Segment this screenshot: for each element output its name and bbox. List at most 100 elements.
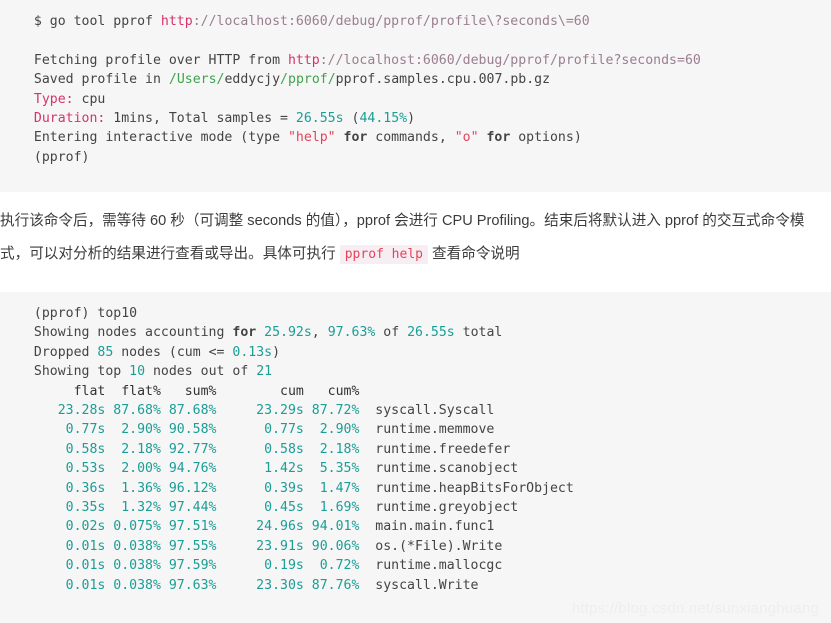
code-token-plain: ) [272, 344, 281, 360]
code-token-plain: commands, [367, 130, 455, 146]
code-token-metrics-8: 0.01s 0.038% 97.55% 23.91s 90.06% [18, 538, 376, 554]
explanation-paragraph: 执行该命令后，需等待 60 秒（可调整 seconds 的值），pprof 会进… [0, 205, 831, 271]
code-token-function-10: syscall.Write [375, 577, 479, 593]
code-token-str: "o" [454, 130, 479, 146]
code-line-3: Fetching profile over HTTP from http://l… [18, 51, 831, 70]
code-line-4: Saved profile in /Users/eddycjy/pprof/pp… [18, 70, 831, 89]
table-row: 0.53s 2.00% 94.76% 1.42s 5.35% runtime.s… [18, 459, 831, 478]
code-token-number: 25.92s [264, 325, 312, 341]
article-page: $ go tool pprof http://localhost:6060/de… [0, 0, 831, 623]
code-token-plain: Fetching profile over HTTP from [18, 52, 288, 68]
code-token-plain: pprof.samples.cpu.007.pb.gz [335, 72, 551, 88]
code-token-plain: Showing nodes accounting [18, 325, 233, 341]
code-token-plain: 1mins, Total samples = [105, 111, 296, 127]
code-token-function-6: runtime.greyobject [375, 500, 519, 516]
code-token-function-3: runtime.freedefer [375, 441, 511, 457]
code-token-str: "help" [287, 130, 336, 146]
code-token-number: 10 [129, 364, 146, 380]
code-token-prompt: (pprof) top10 [18, 306, 138, 321]
code-token-metrics-7: 0.02s 0.075% 97.51% 24.96s 94.01% [18, 519, 376, 535]
code-line-7: Entering interactive mode (type "help" f… [18, 128, 831, 147]
code-token-keyword: for [232, 325, 257, 341]
prose-text-part-2: 查看命令说明 [428, 246, 520, 262]
code-line-showing-top: Showing top 10 nodes out of 21 [18, 362, 831, 381]
code-token-plain: nodes out of [145, 364, 257, 380]
code-token-bold: for [335, 130, 368, 146]
table-row: 0.01s 0.038% 97.55% 23.91s 90.06% os.(*F… [18, 537, 831, 556]
code-token-kw: http [160, 14, 193, 29]
code-token-metrics-3: 0.58s 2.18% 92.77% 0.58s 2.18% [18, 441, 376, 457]
table-row: 0.35s 1.32% 97.44% 0.45s 1.69% runtime.g… [18, 498, 831, 517]
code-line-1: $ go tool pprof http://localhost:6060/de… [18, 12, 831, 31]
table-row: 0.01s 0.038% 97.63% 23.30s 87.76% syscal… [18, 576, 831, 595]
code-token-kw: Duration: [18, 111, 106, 127]
code-token-plain: cpu [73, 91, 106, 107]
table-row: 0.02s 0.075% 97.51% 24.96s 94.01% main.m… [18, 517, 831, 536]
code-token-num: 26.55s [295, 111, 344, 127]
code-block-1-lines: $ go tool pprof http://localhost:6060/de… [18, 12, 831, 167]
watermark: https://blog.csdn.net/sunxianghuang [571, 600, 819, 617]
code-block-pprof-top10: (pprof) top10 Showing nodes accounting f… [0, 292, 831, 623]
code-token-green: / [168, 72, 177, 88]
code-token-plain: Entering interactive mode (type [18, 130, 288, 146]
code-line-prompt: (pprof) top10 [18, 304, 831, 323]
table-header-row: flat flat% sum% cum cum% [18, 382, 831, 401]
code-token-number: 26.55s [407, 325, 455, 341]
code-token-function-7: main.main.func1 [375, 519, 495, 535]
code-token-metrics-10: 0.01s 0.038% 97.63% 23.30s 87.76% [18, 577, 376, 593]
code-token-function-1: syscall.Syscall [375, 403, 495, 419]
code-token-plain: options) [510, 130, 582, 146]
code-token-plain: (pprof) [18, 149, 90, 165]
code-token-plain: of [375, 325, 408, 341]
code-token-green: / [327, 72, 336, 88]
code-token-green: Users [176, 72, 217, 88]
code-line-6: Duration: 1mins, Total samples = 26.55s … [18, 109, 831, 128]
code-line-showing-nodes: Showing nodes accounting for 25.92s, 97.… [18, 323, 831, 342]
code-token-number: 21 [256, 364, 273, 380]
code-token-green: / [280, 72, 288, 88]
code-token-plain: Dropped [18, 344, 98, 360]
code-token-plain: Showing top [18, 364, 130, 380]
code-token-number: 0.13s [232, 344, 273, 360]
code-block-pprof-command: $ go tool pprof http://localhost:6060/de… [0, 0, 831, 192]
code-line-5: Type: cpu [18, 90, 831, 109]
code-token-metrics-6: 0.35s 1.32% 97.44% 0.45s 1.69% [18, 500, 376, 516]
code-token-number: 85 [97, 344, 114, 360]
code-token-metrics-2: 0.77s 2.90% 90.58% 0.77s 2.90% [18, 422, 376, 438]
code-token-plain: eddycjy [224, 72, 281, 88]
code-token-url: ://localhost:6060/debug/pprof/profile?se… [319, 52, 701, 68]
code-token-function-4: runtime.scanobject [375, 461, 519, 477]
table-row: 0.01s 0.038% 97.59% 0.19s 0.72% runtime.… [18, 556, 831, 575]
code-token-plain: nodes (cum <= [113, 344, 233, 360]
code-token-plain: ( [343, 111, 360, 127]
table-row: 0.77s 2.90% 90.58% 0.77s 2.90% runtime.m… [18, 420, 831, 439]
code-token-function-8: os.(*File).Write [375, 538, 503, 554]
code-block-2-lines: (pprof) top10 Showing nodes accounting f… [18, 304, 831, 595]
code-token-metrics-9: 0.01s 0.038% 97.59% 0.19s 0.72% [18, 558, 376, 574]
code-token-column-headers: flat flat% sum% cum cum% [18, 383, 360, 399]
table-row: 23.28s 87.68% 87.68% 23.29s 87.72% sysca… [18, 401, 831, 420]
inline-code-pprof-help: pprof help [339, 245, 428, 264]
code-token-kw: http [287, 52, 320, 68]
code-token-kw: Type: [18, 91, 74, 107]
code-token-plain: $ go tool pprof [18, 14, 161, 29]
code-token-plain: , [311, 325, 328, 341]
table-row: 0.58s 2.18% 92.77% 0.58s 2.18% runtime.f… [18, 440, 831, 459]
code-token-plain: Saved profile in [18, 72, 169, 88]
code-token-function-2: runtime.memmove [375, 422, 495, 438]
code-token-green: pprof [288, 72, 328, 88]
code-token-metrics-1: 23.28s 87.68% 87.68% 23.29s 87.72% [18, 403, 376, 419]
code-token-bold: for [478, 130, 511, 146]
code-token-function-5: runtime.heapBitsForObject [375, 480, 574, 496]
code-line-dropped-nodes: Dropped 85 nodes (cum <= 0.13s) [18, 343, 831, 362]
code-token-num: 44.15% [359, 111, 408, 127]
code-token-function-9: runtime.mallocgc [375, 558, 503, 574]
code-line-8: (pprof) [18, 148, 831, 167]
code-token-plain: ) [407, 111, 416, 127]
code-token-url: ://localhost:6060/debug/pprof/profile\?s… [192, 14, 590, 29]
code-token-metrics-5: 0.36s 1.36% 96.12% 0.39s 1.47% [18, 480, 376, 496]
table-row: 0.36s 1.36% 96.12% 0.39s 1.47% runtime.h… [18, 479, 831, 498]
code-token-number: 97.63% [327, 325, 376, 341]
